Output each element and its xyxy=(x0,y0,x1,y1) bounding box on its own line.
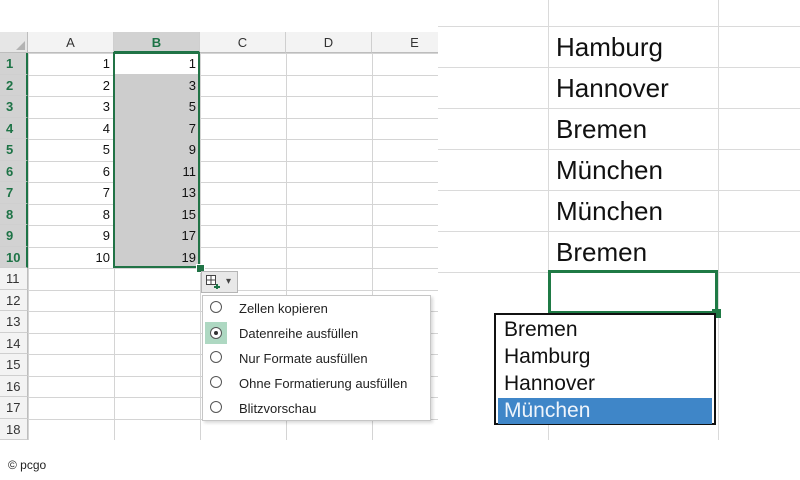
cell-a4[interactable]: 4 xyxy=(28,118,110,139)
gridline-vertical xyxy=(718,0,719,440)
radio-button-icon[interactable] xyxy=(210,376,222,388)
cell-a1[interactable]: 1 xyxy=(28,53,110,74)
cell-a2[interactable]: 2 xyxy=(28,75,110,96)
autofill-options-icon xyxy=(206,275,220,289)
autofill-options-menu: Zellen kopieren Datenreihe ausfüllen Nur F… xyxy=(202,295,431,421)
dropdown-arrow-icon: ▾ xyxy=(226,276,232,287)
row-header-14[interactable]: 14 xyxy=(0,332,28,354)
city-cell[interactable]: München xyxy=(556,150,663,190)
radio-button-icon[interactable] xyxy=(210,301,222,313)
cell-a3[interactable]: 3 xyxy=(28,96,110,117)
row-header-4[interactable]: 4 xyxy=(0,117,28,139)
autofill-menu-item[interactable]: Zellen kopieren xyxy=(203,296,430,321)
row-header-9[interactable]: 9 xyxy=(0,225,28,247)
radio-dot-icon xyxy=(214,331,218,335)
dropdown-option[interactable]: München xyxy=(498,398,712,424)
autofill-menu-item[interactable]: Blitzvorschau xyxy=(203,396,430,421)
autofill-menu-label: Datenreihe ausfüllen xyxy=(239,326,359,341)
cell-a6[interactable]: 6 xyxy=(28,161,110,182)
row-header-16[interactable]: 16 xyxy=(0,375,28,397)
city-cell[interactable]: Bremen xyxy=(556,109,647,149)
radio-button-icon[interactable] xyxy=(210,401,222,413)
dropdown-option[interactable]: Bremen xyxy=(498,317,712,343)
row-header-5[interactable]: 5 xyxy=(0,139,28,161)
row-header-3[interactable]: 3 xyxy=(0,96,28,118)
column-header-c[interactable]: C xyxy=(200,32,286,53)
dropdown-option[interactable]: Hannover xyxy=(498,371,712,397)
row-header-6[interactable]: 6 xyxy=(0,160,28,182)
radio-button-icon[interactable] xyxy=(210,351,222,363)
autofill-menu-label: Ohne Formatierung ausfüllen xyxy=(239,376,408,391)
row-header-13[interactable]: 13 xyxy=(0,311,28,333)
row-header-11[interactable]: 11 xyxy=(0,268,28,290)
autofill-menu-item[interactable]: Ohne Formatierung ausfüllen xyxy=(203,371,430,396)
left-spreadsheet: ABCDE 1 2 3 4 5 6 7 8 9 10 11 12 13 14 15 16 17 18 123456… xyxy=(0,0,438,440)
column-header-b[interactable]: B xyxy=(114,32,200,53)
cell-a10[interactable]: 10 xyxy=(28,247,110,268)
row-header-12[interactable]: 12 xyxy=(0,289,28,311)
city-cell[interactable]: München xyxy=(556,191,663,231)
cell-a5[interactable]: 5 xyxy=(28,139,110,160)
autofill-menu-item[interactable]: Nur Formate ausfüllen xyxy=(203,346,430,371)
row-header-7[interactable]: 7 xyxy=(0,182,28,204)
radio-button-icon[interactable] xyxy=(210,327,222,339)
row-header-8[interactable]: 8 xyxy=(0,203,28,225)
row-header-18[interactable]: 18 xyxy=(0,418,28,440)
select-all-corner[interactable] xyxy=(0,32,28,53)
autofill-menu-label: Zellen kopieren xyxy=(239,301,328,316)
select-all-triangle-icon xyxy=(16,41,25,50)
column-header-a[interactable]: A xyxy=(28,32,114,53)
row-header-1[interactable]: 1 xyxy=(0,53,28,75)
cell-a9[interactable]: 9 xyxy=(28,225,110,246)
city-cell[interactable]: Hannover xyxy=(556,68,669,108)
city-cell[interactable]: Bremen xyxy=(556,232,647,272)
active-cell[interactable] xyxy=(548,270,718,314)
row-header-17[interactable]: 17 xyxy=(0,397,28,419)
autocomplete-dropdown: Bremen Hamburg Hannover München xyxy=(494,313,716,425)
column-header-e[interactable]: E xyxy=(372,32,438,53)
cell-a7[interactable]: 7 xyxy=(28,182,110,203)
autofill-options-button[interactable]: ▾ xyxy=(201,271,238,293)
city-cell[interactable]: Hamburg xyxy=(556,27,663,67)
cell-a8[interactable]: 8 xyxy=(28,204,110,225)
autofill-menu-label: Blitzvorschau xyxy=(239,401,317,416)
row-header-15[interactable]: 15 xyxy=(0,354,28,376)
selection-border xyxy=(113,52,200,268)
autofill-menu-item[interactable]: Datenreihe ausfüllen xyxy=(203,321,430,346)
dropdown-option[interactable]: Hamburg xyxy=(498,344,712,370)
gridline-vertical xyxy=(200,32,201,440)
row-header-10[interactable]: 10 xyxy=(0,246,28,268)
autofill-menu-label: Nur Formate ausfüllen xyxy=(239,351,368,366)
right-spreadsheet: Hamburg Hannover Bremen München München Breme… xyxy=(438,0,800,440)
radio-highlight xyxy=(205,322,227,344)
watermark: © pcgo xyxy=(8,458,47,472)
column-header-d[interactable]: D xyxy=(286,32,372,53)
gridline-horizontal xyxy=(28,268,438,269)
row-header-2[interactable]: 2 xyxy=(0,74,28,96)
